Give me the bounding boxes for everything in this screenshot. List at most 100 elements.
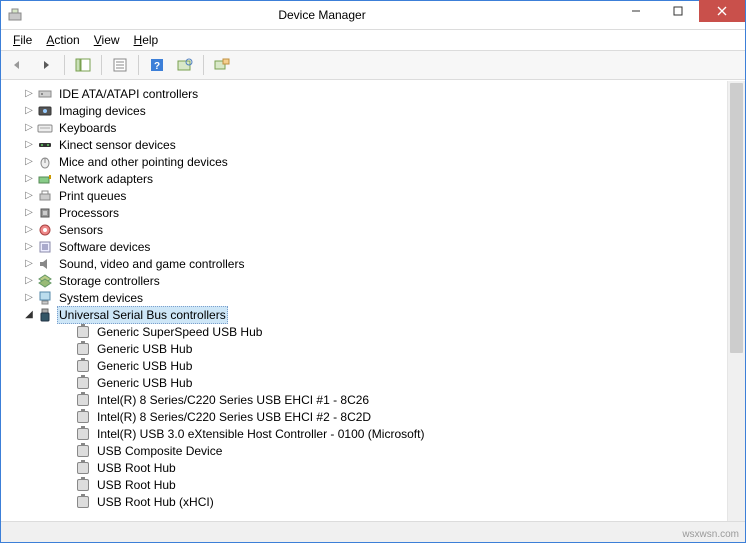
scroll-thumb[interactable] — [730, 83, 743, 353]
tree-category[interactable]: ▷ Print queues — [23, 187, 727, 204]
properties-button[interactable] — [107, 53, 133, 77]
device-label: Intel(R) USB 3.0 eXtensible Host Control… — [95, 426, 426, 442]
tree-category[interactable]: ▷ Processors — [23, 204, 727, 221]
tree-category[interactable]: ▷ IDE ATA/ATAPI controllers — [23, 85, 727, 102]
expand-icon[interactable]: ▷ — [23, 105, 35, 117]
category-label: Sensors — [57, 222, 105, 238]
network-icon — [37, 171, 53, 187]
tree-category[interactable]: ▷ Keyboards — [23, 119, 727, 136]
usb-device-icon — [75, 494, 91, 510]
expand-icon[interactable]: ▷ — [23, 224, 35, 236]
forward-button[interactable] — [33, 53, 59, 77]
tree-device[interactable]: Intel(R) USB 3.0 eXtensible Host Control… — [61, 425, 727, 442]
tree-device[interactable]: Generic SuperSpeed USB Hub — [61, 323, 727, 340]
tree-category[interactable]: ▷ Sound, video and game controllers — [23, 255, 727, 272]
back-button[interactable] — [5, 53, 31, 77]
device-tree[interactable]: ▷ IDE ATA/ATAPI controllers ▷ Imaging devic… — [1, 81, 727, 521]
system-icon — [37, 290, 53, 306]
tree-device[interactable]: USB Root Hub — [61, 476, 727, 493]
tree-device[interactable]: Generic USB Hub — [61, 340, 727, 357]
tree-device[interactable]: Intel(R) 8 Series/C220 Series USB EHCI #… — [61, 391, 727, 408]
usb-device-icon — [75, 358, 91, 374]
maximize-button[interactable] — [657, 0, 699, 22]
sound-icon — [37, 256, 53, 272]
tree-device[interactable]: USB Root Hub — [61, 459, 727, 476]
minimize-button[interactable] — [615, 0, 657, 22]
device-label: USB Root Hub (xHCI) — [95, 494, 216, 510]
separator — [203, 55, 204, 75]
tree-category[interactable]: ▷ Imaging devices — [23, 102, 727, 119]
menu-help[interactable]: Help — [128, 32, 165, 48]
tree-category[interactable]: ▷ System devices — [23, 289, 727, 306]
device-label: Generic USB Hub — [95, 358, 194, 374]
kinect-icon — [37, 137, 53, 153]
device-label: USB Root Hub — [95, 460, 178, 476]
device-label: Generic SuperSpeed USB Hub — [95, 324, 264, 340]
expand-icon[interactable]: ▷ — [23, 88, 35, 100]
expand-icon[interactable]: ▷ — [23, 275, 35, 287]
category-label: Print queues — [57, 188, 128, 204]
expand-icon[interactable]: ▷ — [23, 241, 35, 253]
close-button[interactable] — [699, 0, 745, 22]
separator — [64, 55, 65, 75]
collapse-icon[interactable]: ◢ — [23, 309, 35, 321]
help-button[interactable]: ? — [144, 53, 170, 77]
tree-category-usb[interactable]: ◢ Universal Serial Bus controllers — [23, 306, 727, 323]
tree-category[interactable]: ▷ Kinect sensor devices — [23, 136, 727, 153]
category-label: Imaging devices — [57, 103, 148, 119]
expand-icon[interactable]: ▷ — [23, 139, 35, 151]
category-label: Processors — [57, 205, 121, 221]
tree-device[interactable]: USB Composite Device — [61, 442, 727, 459]
tree-category[interactable]: ▷ Sensors — [23, 221, 727, 238]
category-label: Sound, video and game controllers — [57, 256, 246, 272]
vertical-scrollbar[interactable] — [727, 81, 745, 521]
expand-icon[interactable]: ▷ — [23, 122, 35, 134]
cpu-icon — [37, 205, 53, 221]
menu-file[interactable]: File — [7, 32, 38, 48]
tree-category[interactable]: ▷Storage controllers — [23, 272, 727, 289]
category-label: System devices — [57, 290, 145, 306]
printer-icon — [37, 188, 53, 204]
expand-icon[interactable]: ▷ — [23, 156, 35, 168]
window-title: Device Manager — [29, 8, 615, 22]
storage-icon — [37, 273, 53, 289]
keyboard-icon — [37, 120, 53, 136]
expand-icon[interactable]: ▷ — [23, 173, 35, 185]
tree-category[interactable]: ▷Network adapters — [23, 170, 727, 187]
watermark-text: wsxwsn.com — [682, 529, 739, 540]
title-bar: Device Manager — [1, 1, 745, 30]
tree-category[interactable]: ▷Mice and other pointing devices — [23, 153, 727, 170]
show-hide-tree-button[interactable] — [70, 53, 96, 77]
mouse-icon — [37, 154, 53, 170]
usb-device-icon — [75, 341, 91, 357]
category-label: Kinect sensor devices — [57, 137, 178, 153]
menu-view[interactable]: View — [88, 32, 126, 48]
expand-icon[interactable]: ▷ — [23, 292, 35, 304]
usb-device-icon — [75, 324, 91, 340]
device-label: Generic USB Hub — [95, 375, 194, 391]
expand-icon[interactable]: ▷ — [23, 207, 35, 219]
tree-device[interactable]: Intel(R) 8 Series/C220 Series USB EHCI #… — [61, 408, 727, 425]
menu-bar: File Action View Help — [1, 30, 745, 50]
scan-hardware-button[interactable] — [172, 53, 198, 77]
tree-category[interactable]: ▷ Software devices — [23, 238, 727, 255]
device-label: USB Root Hub — [95, 477, 178, 493]
expand-icon[interactable]: ▷ — [23, 258, 35, 270]
category-label: Keyboards — [57, 120, 118, 136]
usb-device-icon — [75, 375, 91, 391]
separator — [101, 55, 102, 75]
category-label: IDE ATA/ATAPI controllers — [57, 86, 200, 102]
tree-device[interactable]: Generic USB Hub — [61, 357, 727, 374]
menu-action[interactable]: Action — [40, 32, 85, 48]
category-label: Software devices — [57, 239, 152, 255]
usb-device-icon — [75, 443, 91, 459]
category-label: Universal Serial Bus controllers — [57, 306, 228, 324]
device-label: Intel(R) 8 Series/C220 Series USB EHCI #… — [95, 392, 371, 408]
expand-icon[interactable]: ▷ — [23, 190, 35, 202]
tree-device[interactable]: USB Root Hub (xHCI) — [61, 493, 727, 510]
usb-device-icon — [75, 409, 91, 425]
ide-icon — [37, 86, 53, 102]
separator — [138, 55, 139, 75]
devices-by-type-button[interactable] — [209, 53, 235, 77]
tree-device[interactable]: Generic USB Hub — [61, 374, 727, 391]
